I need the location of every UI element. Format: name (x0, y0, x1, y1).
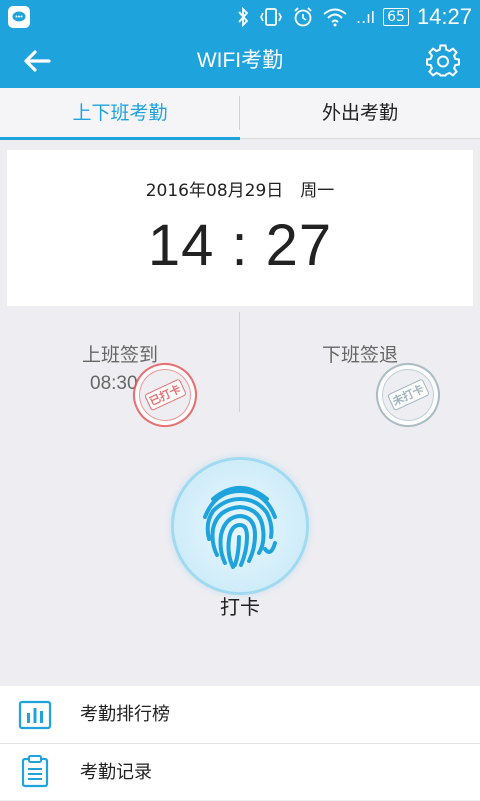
punch-button[interactable] (174, 460, 306, 592)
current-time: 14 : 27 (147, 213, 333, 278)
bar-chart-icon (18, 700, 52, 730)
not-checked-out-stamp-text: 未打卡 (386, 378, 430, 412)
tab-commute-attendance[interactable]: 上下班考勤 (0, 88, 240, 138)
fingerprint-icon (203, 486, 277, 569)
menu-item-attendance-ranking[interactable]: 考勤排行榜 (0, 686, 480, 744)
settings-gear-icon[interactable] (426, 44, 460, 78)
signal-icon: ..ıl (356, 7, 376, 27)
tab-outing-attendance[interactable]: 外出考勤 (240, 88, 480, 138)
app-bar: WIFI考勤 (0, 34, 480, 88)
clock-card: 2016年08月29日 周一 14 : 27 (7, 150, 473, 306)
page-title: WIFI考勤 (196, 49, 284, 72)
status-bar: ..ıl 65 14:27 (0, 0, 480, 34)
battery-indicator: 65 (383, 8, 409, 26)
menu-label-records: 考勤记录 (80, 762, 152, 783)
check-in-label: 上班签到 (81, 344, 158, 366)
vibrate-icon (260, 8, 282, 26)
active-tab-indicator (0, 137, 240, 140)
clipboard-icon (21, 755, 49, 788)
punch-label: 打卡 (220, 595, 260, 619)
check-out-label: 下班签退 (321, 344, 398, 366)
tab-bar: 上下班考勤 外出考勤 (0, 88, 480, 139)
alarm-icon (294, 7, 312, 27)
chat-notification-icon (8, 6, 30, 28)
checked-in-stamp-text: 已打卡 (143, 378, 187, 412)
menu-label-ranking: 考勤排行榜 (80, 704, 170, 725)
bluetooth-icon (238, 7, 249, 27)
wifi-icon (323, 8, 347, 27)
current-date: 2016年08月29日 周一 (145, 181, 335, 201)
bottom-menu: 考勤排行榜 考勤记录 (0, 686, 480, 800)
status-time: 14:27 (416, 4, 472, 29)
menu-item-attendance-records[interactable]: 考勤记录 (0, 744, 480, 801)
check-in-time: 08:30 (90, 373, 138, 394)
